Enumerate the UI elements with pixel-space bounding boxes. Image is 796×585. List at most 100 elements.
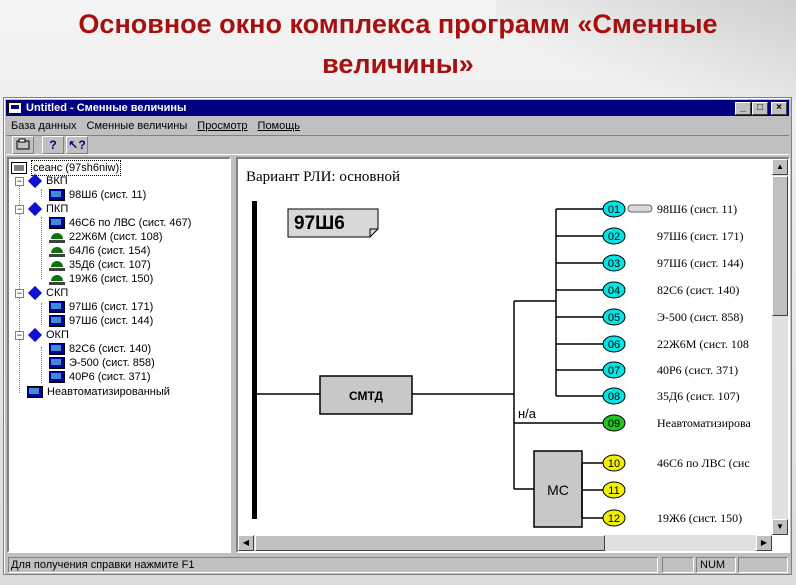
tree-group-okp[interactable]: ОКП [27, 327, 69, 343]
scroll-right-button[interactable]: ▶ [756, 535, 772, 551]
scroll-up-button[interactable]: ▲ [772, 159, 788, 175]
title-bar[interactable]: Untitled - Сменные величины _ □ × [6, 100, 789, 116]
toolbar: ? ↖? [6, 135, 789, 155]
maximize-button[interactable]: □ [752, 102, 768, 115]
menu-variables[interactable]: Сменные величины [82, 120, 193, 132]
folder-open-icon[interactable] [12, 136, 34, 154]
tree-group-label: ОКП [46, 329, 69, 341]
tree-item[interactable]: Э-500 (сист. 858) [49, 356, 155, 370]
app-icon[interactable] [8, 102, 22, 114]
tree-group-vkp[interactable]: ВКП [27, 173, 68, 189]
slide-title-line2: величины» [322, 49, 474, 79]
tree-group-label: ПКП [46, 203, 69, 215]
tree-item-nonauto[interactable]: Неавтоматизированный [27, 385, 170, 399]
node-number: 04 [608, 285, 620, 297]
node-label: 97Ш6 (сист. 171) [657, 229, 744, 243]
close-button[interactable]: × [771, 102, 787, 115]
tree-item-label: 22Ж6М (сист. 108) [69, 231, 163, 243]
tree-item-label: 64Л6 (сист. 154) [69, 245, 151, 257]
node-label: 97Ш6 (сист. 144) [657, 256, 744, 270]
node-number: 05 [608, 312, 620, 324]
tree-item-label: Неавтоматизированный [47, 386, 170, 398]
diagram-canvas: Вариант РЛИ: основной 97Ш6 СМТД н/а МС 0… [246, 169, 752, 528]
expander-icon[interactable]: − [15, 331, 24, 340]
session-icon [11, 162, 27, 174]
connector-pill [627, 204, 653, 213]
status-cell [738, 557, 788, 573]
vertical-scrollbar[interactable]: ▲ ▼ [772, 159, 788, 535]
tree-group-pkp[interactable]: ПКП [27, 201, 69, 217]
tree-item-label: 35Д6 (сист. 107) [69, 259, 151, 271]
slide-title-line1: Основное окно комплекса программ «Сменны… [78, 9, 718, 39]
ms-label: МС [547, 482, 569, 498]
tree-item[interactable]: 19Ж6 (сист. 150) [49, 272, 153, 286]
tree-group-skp[interactable]: СКП [27, 285, 68, 301]
node-label: 46С6 по ЛВС (сис [657, 456, 750, 470]
tree-root[interactable]: сеанс (97sh6niw) [11, 160, 122, 176]
tree-item-label: 46С6 по ЛВС (сист. 467) [69, 217, 192, 229]
status-bar: Для получения справки нажмите F1 NUM [6, 557, 789, 573]
context-help-icon[interactable]: ↖? [66, 136, 88, 154]
tree-item-label: 40Р6 (сист. 371) [69, 371, 151, 383]
menu-view[interactable]: Просмотр [192, 120, 252, 132]
scroll-thumb[interactable] [772, 176, 788, 316]
diamond-icon [27, 201, 43, 217]
tree-item-label: 82С6 (сист. 140) [69, 343, 152, 355]
tree-item[interactable]: 82С6 (сист. 140) [49, 342, 151, 356]
tree-item[interactable]: 22Ж6М (сист. 108) [49, 230, 162, 244]
menu-database[interactable]: База данных [6, 120, 82, 132]
computer-icon [27, 386, 43, 398]
tree-line [41, 347, 42, 383]
scroll-down-button[interactable]: ▼ [772, 519, 788, 535]
node-label: 19Ж6 (сист. 150) [657, 511, 742, 525]
diagram-view[interactable]: Вариант РЛИ: основной 97Ш6 СМТД н/а МС 0… [236, 157, 790, 553]
minimize-button[interactable]: _ [735, 102, 751, 115]
tree-item-label: 19Ж6 (сист. 150) [69, 273, 154, 285]
computer-icon [49, 301, 65, 313]
expander-icon[interactable]: − [15, 177, 24, 186]
tree-item[interactable]: 97Ш6 (сист. 171) [49, 300, 153, 314]
tree-item[interactable]: 40Р6 (сист. 371) [49, 370, 151, 384]
node-number: 07 [608, 365, 620, 377]
tree-line [41, 189, 42, 197]
tree-view[interactable]: сеанс (97sh6niw) − ВКП 98Ш6 (сист. 11) −… [7, 157, 231, 553]
node-list: 01 98Ш6 (сист. 11) 02 97Ш6 (сист. 171) 03 97Ш… [556, 200, 752, 527]
diamond-icon [27, 327, 43, 343]
tree-item-label: 97Ш6 (сист. 144) [69, 315, 154, 327]
expander-icon[interactable]: − [15, 289, 24, 298]
help-icon[interactable]: ? [42, 136, 64, 154]
computer-icon [49, 315, 65, 327]
diamond-icon [27, 285, 43, 301]
horizontal-scrollbar[interactable]: ◀ ▶ [238, 535, 772, 551]
computer-icon [49, 357, 65, 369]
node-number: 11 [608, 485, 619, 497]
radar-icon [49, 245, 65, 257]
scroll-thumb[interactable] [255, 535, 605, 551]
diagram-heading: Вариант РЛИ: основной [246, 169, 400, 185]
node-label: 82С6 (сист. 140) [657, 283, 739, 297]
node-number: 06 [608, 339, 620, 351]
tree-item[interactable]: 98Ш6 (сист. 11) [49, 188, 146, 202]
node-number: 12 [608, 513, 620, 525]
node-number: 02 [608, 231, 620, 243]
node-label: 98Ш6 (сист. 11) [657, 202, 737, 216]
computer-icon [49, 343, 65, 355]
tree-line [41, 217, 42, 279]
tree-item[interactable]: 97Ш6 (сист. 144) [49, 314, 153, 328]
status-cell [662, 557, 694, 573]
computer-icon [49, 217, 65, 229]
tree-item[interactable]: 46С6 по ЛВС (сист. 467) [49, 216, 191, 230]
expander-icon[interactable]: − [15, 205, 24, 214]
node-label: Неавтоматизирова [657, 416, 752, 430]
tree-item[interactable]: 64Л6 (сист. 154) [49, 244, 150, 258]
node-number: 08 [608, 391, 620, 403]
tree-item[interactable]: 35Д6 (сист. 107) [49, 258, 151, 272]
node-label: 22Ж6М (сист. 108 [657, 337, 749, 351]
menu-help[interactable]: Помощь [253, 120, 306, 132]
scroll-left-button[interactable]: ◀ [238, 535, 254, 551]
diamond-icon [27, 173, 43, 189]
node-label: 40Р6 (сист. 371) [657, 363, 738, 377]
node-label: 35Д6 (сист. 107) [657, 389, 740, 403]
station-tag: 97Ш6 [287, 208, 379, 238]
application-window: Untitled - Сменные величины _ □ × База д… [3, 97, 792, 575]
